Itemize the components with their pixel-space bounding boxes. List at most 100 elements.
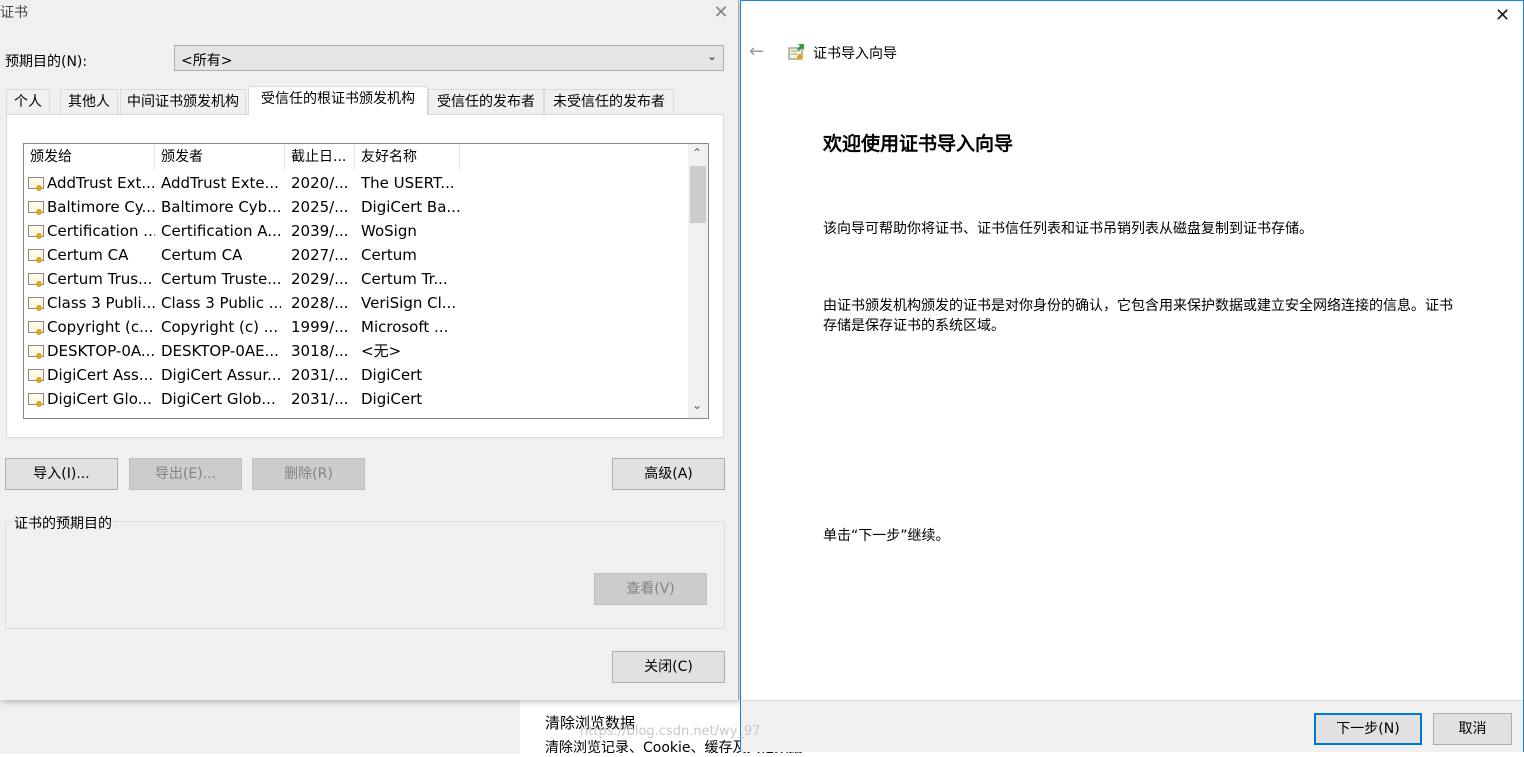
certificate-list[interactable]: 颁发给 颁发者 截止日... 友好名称 AddTrust Ext... AddT… [23, 143, 709, 419]
import-button[interactable]: 导入(I)... [5, 458, 118, 490]
cell-expiration: 2039/... [291, 222, 349, 240]
cell-issued-by: Baltimore Cyb... [161, 198, 281, 216]
intended-purposes-label: 证书的预期目的 [13, 513, 113, 533]
intended-purpose-select[interactable]: <所有> ⌄ [174, 45, 724, 71]
cell-issued-to: Class 3 Publi... [47, 294, 155, 312]
delete-button[interactable]: 删除(R) [252, 458, 365, 490]
cell-issued-by: Certification A... [161, 222, 281, 240]
cell-expiration: 2031/... [291, 390, 349, 408]
cell-issued-to: Certification ... [47, 222, 155, 240]
cell-issued-to: Certum CA [47, 246, 129, 264]
tab-panel: 颁发给 颁发者 截止日... 友好名称 AddTrust Ext... AddT… [6, 114, 724, 438]
wizard-paragraph-2: 由证书颁发机构颁发的证书是对你身份的确认，它包含用来保护数据或建立安全网络连接的… [823, 298, 1453, 334]
tab-other-people[interactable]: 其他人 [60, 89, 118, 114]
cell-issued-by: DESKTOP-0AE... [161, 342, 279, 360]
chevron-down-icon[interactable]: ⌄ [692, 398, 702, 412]
export-button[interactable]: 导出(E)... [129, 458, 242, 490]
cell-expiration: 2025/... [291, 198, 349, 216]
cell-issued-by: DigiCert Glob... [161, 390, 276, 408]
cell-expiration: 2029/... [291, 270, 349, 288]
wizard-title: 证书导入向导 [813, 46, 897, 62]
column-issued-to[interactable]: 颁发给 [24, 144, 155, 170]
cell-friendly-name: DigiCert [361, 390, 423, 408]
cell-friendly-name: WoSign [361, 222, 417, 240]
cell-friendly-name: The USERT... [361, 174, 455, 192]
intended-purpose-label: 预期目的(N): [5, 54, 88, 70]
cell-friendly-name: DigiCert Ba... [361, 198, 461, 216]
table-row[interactable]: DigiCert Glo... DigiCert Glob... 2031/..… [24, 387, 688, 411]
cell-friendly-name: DigiCert [361, 366, 423, 384]
cell-issued-to: AddTrust Ext... [47, 174, 155, 192]
tab-untrusted-publishers[interactable]: 未受信任的发布者 [544, 89, 674, 114]
certificate-icon [28, 297, 44, 311]
intended-purpose-value: <所有> [181, 53, 233, 69]
table-row[interactable]: Class 3 Publi... Class 3 Public ... 2028… [24, 291, 688, 315]
certificate-icon [28, 321, 44, 335]
cell-issued-by: AddTrust Exte... [161, 174, 279, 192]
cell-issued-by: Class 3 Public ... [161, 294, 281, 312]
next-button[interactable]: 下一步(N) [1314, 713, 1422, 745]
close-button[interactable]: 关闭(C) [612, 651, 725, 683]
tab-intermediate-ca[interactable]: 中间证书颁发机构 [120, 89, 246, 114]
certificate-import-wizard: ✕ ← 证书导入向导 欢迎使用证书导入向导 该向导可帮助你将证书、证书信任列表和… [740, 0, 1524, 752]
cell-expiration: 2031/... [291, 366, 349, 384]
wizard-paragraph-1: 该向导可帮助你将证书、证书信任列表和证书吊销列表从磁盘复制到证书存储。 [823, 221, 1313, 237]
tab-trusted-publishers[interactable]: 受信任的发布者 [428, 89, 544, 114]
cell-issued-to: Certum Trus... [47, 270, 153, 288]
cell-issued-by: Copyright (c) ... [161, 318, 279, 336]
cell-issued-to: Baltimore Cy... [47, 198, 155, 216]
tab-personal[interactable]: 个人 [6, 89, 50, 114]
vertical-scrollbar[interactable]: ⌃ ⌄ [688, 144, 708, 418]
background-panel [0, 700, 520, 754]
cancel-button[interactable]: 取消 [1433, 713, 1512, 745]
cell-expiration: 3018/... [291, 342, 349, 360]
cell-friendly-name: <无> [361, 342, 402, 360]
column-expiration[interactable]: 截止日... [285, 144, 355, 170]
cell-friendly-name: Certum Tr... [361, 270, 448, 288]
cell-expiration: 2020/... [291, 174, 349, 192]
table-row[interactable]: Copyright (c... Copyright (c) ... 1999/.… [24, 315, 688, 339]
table-row[interactable]: DigiCert Ass... DigiCert Assur... 2031/.… [24, 363, 688, 387]
list-header: 颁发给 颁发者 截止日... 友好名称 [24, 144, 688, 170]
wizard-heading: 欢迎使用证书导入向导 [823, 133, 1014, 155]
certificate-icon [28, 273, 44, 287]
arrow-left-icon[interactable]: ← [749, 41, 764, 62]
cell-expiration: 2027/... [291, 246, 349, 264]
certificate-icon [28, 201, 44, 215]
table-row[interactable]: Certification ... Certification A... 203… [24, 219, 688, 243]
cell-issued-by: DigiCert Assur... [161, 366, 281, 384]
certificate-icon [28, 369, 44, 383]
cell-friendly-name: Certum [361, 246, 417, 264]
cell-expiration: 1999/... [291, 318, 349, 336]
table-row[interactable]: Certum Trus... Certum Truste... 2029/...… [24, 267, 688, 291]
cell-issued-by: Certum Truste... [161, 270, 281, 288]
tab-trusted-root-ca[interactable]: 受信任的根证书颁发机构 [248, 86, 428, 115]
watermark: https://blog.csdn.net/wy_97 [580, 724, 761, 739]
scrollbar-thumb[interactable] [690, 166, 706, 223]
table-row[interactable]: AddTrust Ext... AddTrust Exte... 2020/..… [24, 171, 688, 195]
certificate-icon [28, 393, 44, 407]
dialog-title: 证书 [0, 5, 28, 21]
advanced-button[interactable]: 高级(A) [612, 458, 725, 490]
close-icon[interactable]: ✕ [1495, 5, 1510, 26]
certificates-dialog: 证书 ✕ 预期目的(N): <所有> ⌄ 个人 其他人 中间证书颁发机构 受信任… [0, 0, 739, 700]
cell-issued-to: DigiCert Glo... [47, 390, 152, 408]
chevron-down-icon: ⌄ [706, 49, 717, 63]
column-friendly-name[interactable]: 友好名称 [355, 144, 460, 170]
column-issued-by[interactable]: 颁发者 [155, 144, 285, 170]
certificate-import-icon [788, 44, 804, 60]
table-row[interactable]: DESKTOP-0A... DESKTOP-0AE... 3018/... <无… [24, 339, 688, 363]
chevron-up-icon[interactable]: ⌃ [692, 146, 702, 160]
certificate-icon [28, 345, 44, 359]
table-row[interactable]: Certum CA Certum CA 2027/... Certum [24, 243, 688, 267]
certificate-icon [28, 225, 44, 239]
view-button[interactable]: 查看(V) [594, 573, 707, 605]
wizard-paragraph-3: 单击“下一步”继续。 [823, 528, 950, 544]
cell-expiration: 2028/... [291, 294, 349, 312]
cell-friendly-name: Microsoft ... [361, 318, 449, 336]
wizard-footer: 下一步(N) 取消 [741, 700, 1523, 752]
cell-issued-to: DESKTOP-0A... [47, 342, 155, 360]
close-icon[interactable]: ✕ [711, 2, 731, 23]
table-row[interactable]: Baltimore Cy... Baltimore Cyb... 2025/..… [24, 195, 688, 219]
cell-issued-to: DigiCert Ass... [47, 366, 154, 384]
